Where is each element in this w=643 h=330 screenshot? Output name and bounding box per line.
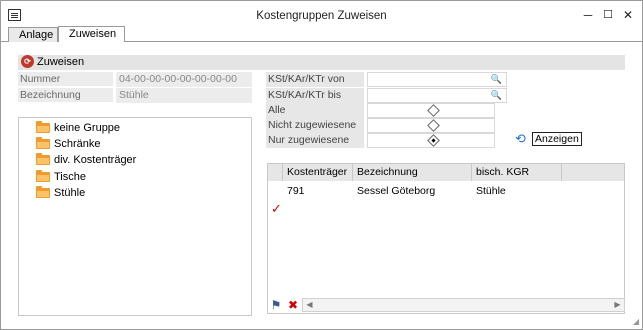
alle-radio[interactable] (367, 103, 495, 118)
refresh-badge-icon: ⟳ (21, 55, 34, 68)
close-button[interactable]: ✕ (619, 7, 637, 23)
folder-icon (36, 137, 50, 149)
tab-anlage[interactable]: Anlage (8, 27, 58, 42)
column-header-filler (562, 164, 624, 181)
delete-icon[interactable]: ✖ (286, 298, 300, 312)
folder-icon (36, 121, 50, 133)
resize-grip-icon[interactable]: ◢ (633, 317, 639, 326)
horizontal-scrollbar[interactable]: ◀ ▶ (302, 298, 625, 312)
search-icon[interactable]: 🔍 (491, 90, 502, 101)
nicht-label: Nicht zugewiesene (266, 118, 364, 133)
bezeichnung-field: Stühle (116, 88, 252, 103)
radio-diamond-selected-icon[interactable] (427, 134, 440, 147)
table-row[interactable]: ✓ 791 Sessel Göteborg Stühle (268, 182, 624, 216)
search-icon[interactable]: 🔍 (491, 74, 502, 85)
column-header-kgr[interactable]: bisch. KGR (472, 164, 562, 181)
scroll-right-icon[interactable]: ▶ (611, 299, 624, 311)
nur-radio[interactable] (367, 133, 495, 148)
cell-kostentraeger: 791 (287, 185, 305, 197)
title-bar: Kostengruppen Zuweisen ─ ☐ ✕ (1, 1, 642, 29)
folder-icon (36, 170, 50, 182)
maximize-button[interactable]: ☐ (599, 7, 617, 23)
alle-label: Alle (266, 103, 364, 118)
result-grid: Kostenträger Bezeichnung bisch. KGR ✓ 79… (267, 163, 625, 314)
bis-label: KSt/KAr/KTr bis (266, 88, 364, 103)
cell-bezeichnung: Sessel Göteborg (357, 185, 436, 197)
section-header: ⟳ Zuweisen (18, 55, 625, 70)
assign-icon[interactable]: ⚑ (269, 298, 283, 312)
section-header-label: Zuweisen (37, 56, 85, 68)
column-header-bezeichnung[interactable]: Bezeichnung (353, 164, 472, 181)
radio-diamond-icon[interactable] (427, 119, 440, 132)
window-title: Kostengruppen Zuweisen (256, 10, 387, 22)
folder-icon (36, 153, 50, 165)
nicht-radio[interactable] (367, 118, 495, 133)
app-window: Kostengruppen Zuweisen ─ ☐ ✕ Anlage Zuwe… (0, 0, 643, 330)
anzeigen-button[interactable]: ⟲ Anzeigen (515, 132, 582, 148)
tab-zuweisen[interactable]: Zuweisen (58, 26, 125, 42)
nur-label: Nur zugewiesene (266, 133, 364, 148)
bis-input[interactable]: 🔍 (367, 88, 507, 103)
von-label: KSt/KAr/KTr von (266, 72, 364, 87)
minimize-button[interactable]: ─ (579, 7, 597, 23)
grid-corner (268, 164, 283, 181)
nummer-field: 04-00-00-00-00-00-00-00 (116, 72, 252, 87)
anzeigen-button-label: Anzeigen (532, 132, 582, 146)
refresh-arrows-icon: ⟲ (515, 131, 526, 146)
cell-kgr: Stühle (476, 185, 506, 197)
radio-diamond-icon[interactable] (427, 104, 440, 117)
column-header-kostentraeger[interactable]: Kostenträger (283, 164, 353, 181)
von-input[interactable]: 🔍 (367, 72, 507, 87)
bezeichnung-label: Bezeichnung (18, 88, 113, 102)
nummer-label: Nummer (18, 72, 113, 86)
folder-icon (36, 186, 50, 198)
scroll-left-icon[interactable]: ◀ (303, 299, 316, 311)
group-tree: keine Gruppe Schränke div. Kostenträger … (18, 117, 252, 316)
checkmark-icon[interactable]: ✓ (271, 201, 282, 216)
